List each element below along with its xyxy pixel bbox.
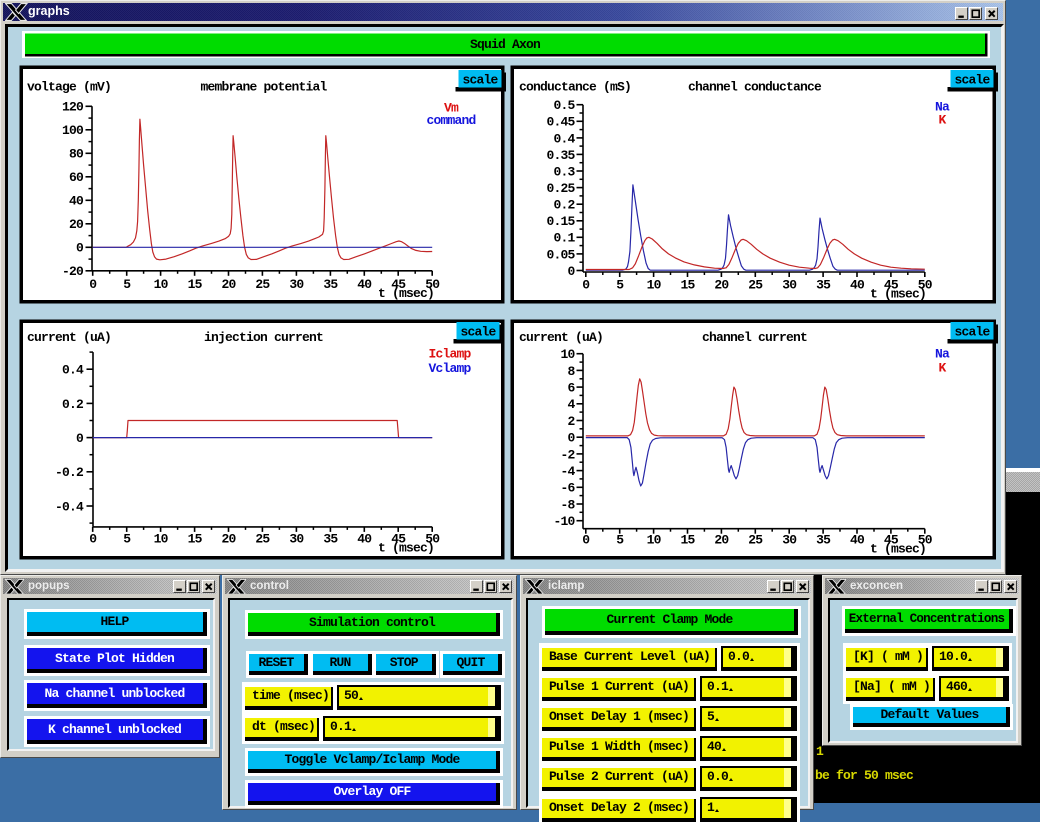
svg-text:25: 25 [748,278,763,293]
svg-text:25: 25 [255,532,270,547]
svg-text:35: 35 [323,277,338,292]
svg-text:0: 0 [76,431,84,446]
svg-text:-2: -2 [560,447,575,462]
svg-text:0.15: 0.15 [546,214,575,229]
svg-text:40: 40 [850,278,865,293]
svg-text:0: 0 [582,278,590,293]
svg-text:Iclamp: Iclamp [428,347,471,362]
svg-text:t (msec): t (msec) [378,286,434,301]
svg-text:30: 30 [289,532,304,547]
svg-text:5: 5 [123,532,131,547]
svg-text:0: 0 [76,241,84,256]
svg-text:-8: -8 [560,497,575,512]
svg-text:Squid Axon: Squid Axon [470,37,541,52]
svg-text:5: 5 [616,533,624,548]
svg-text:membrane potential: membrane potential [200,80,327,95]
svg-text:100: 100 [62,123,84,138]
svg-text:0.05: 0.05 [546,247,575,262]
svg-text:6: 6 [567,381,575,396]
svg-text:Na: Na [935,347,950,362]
svg-text:current (uA): current (uA) [27,330,111,345]
svg-text:20: 20 [714,278,729,293]
svg-text:0: 0 [582,533,590,548]
svg-text:0.4: 0.4 [62,363,84,378]
svg-text:40: 40 [69,194,84,209]
svg-text:K: K [938,361,946,376]
svg-text:-10: -10 [553,514,575,529]
svg-text:20: 20 [69,217,84,232]
svg-text:0: 0 [89,532,97,547]
svg-text:scale: scale [462,72,498,87]
svg-text:5: 5 [616,278,624,293]
svg-text:-4: -4 [560,464,575,479]
svg-text:0: 0 [567,431,575,446]
svg-text:80: 80 [69,147,84,162]
svg-text:t (msec): t (msec) [870,287,926,302]
svg-text:20: 20 [221,532,236,547]
svg-text:10: 10 [560,347,575,362]
svg-text:5: 5 [123,277,131,292]
svg-text:-20: -20 [62,264,84,279]
svg-text:voltage (mV): voltage (mV) [27,80,111,95]
svg-text:0.5: 0.5 [553,98,575,113]
svg-text:8: 8 [567,364,575,379]
svg-text:0.45: 0.45 [546,115,575,130]
svg-text:scale: scale [954,324,990,339]
svg-text:35: 35 [816,278,831,293]
svg-text:10: 10 [647,533,662,548]
svg-text:10: 10 [154,277,169,292]
svg-text:0.2: 0.2 [553,198,575,213]
svg-text:15: 15 [188,532,203,547]
svg-text:-6: -6 [560,481,575,496]
svg-text:0.4: 0.4 [553,131,575,146]
svg-text:4: 4 [567,397,575,412]
svg-text:60: 60 [69,170,84,185]
svg-text:20: 20 [221,277,236,292]
svg-text:15: 15 [680,278,695,293]
svg-text:15: 15 [680,533,695,548]
svg-text:30: 30 [289,277,304,292]
svg-text:0.1: 0.1 [553,231,575,246]
svg-text:35: 35 [323,532,338,547]
svg-text:15: 15 [188,277,203,292]
svg-text:0: 0 [567,264,575,279]
svg-text:40: 40 [850,533,865,548]
svg-text:-0.4: -0.4 [55,499,84,514]
svg-text:current (uA): current (uA) [519,330,603,345]
svg-text:0.25: 0.25 [546,181,575,196]
svg-text:25: 25 [748,533,763,548]
svg-text:scale: scale [460,324,496,339]
svg-text:35: 35 [816,533,831,548]
svg-text:20: 20 [714,533,729,548]
svg-text:40: 40 [357,532,372,547]
svg-text:0.35: 0.35 [546,148,575,163]
svg-text:0: 0 [89,277,97,292]
svg-text:channel current: channel current [702,330,807,345]
svg-text:t (msec): t (msec) [378,541,434,556]
svg-text:-0.2: -0.2 [55,465,84,480]
svg-text:channel conductance: channel conductance [688,80,822,95]
svg-text:command: command [426,113,475,128]
svg-text:conductance (mS): conductance (mS) [519,80,631,95]
svg-text:120: 120 [62,100,84,115]
svg-text:10: 10 [154,532,169,547]
svg-text:30: 30 [782,278,797,293]
svg-text:injection current: injection current [204,330,323,345]
svg-text:Vclamp: Vclamp [428,361,471,376]
svg-text:40: 40 [357,277,372,292]
svg-text:K: K [938,113,946,128]
svg-text:2: 2 [567,414,575,429]
svg-text:0.3: 0.3 [553,164,575,179]
svg-text:25: 25 [255,277,270,292]
svg-text:0.2: 0.2 [62,397,84,412]
svg-text:10: 10 [647,278,662,293]
svg-text:30: 30 [782,533,797,548]
svg-text:t (msec): t (msec) [870,542,926,557]
svg-text:scale: scale [954,72,990,87]
